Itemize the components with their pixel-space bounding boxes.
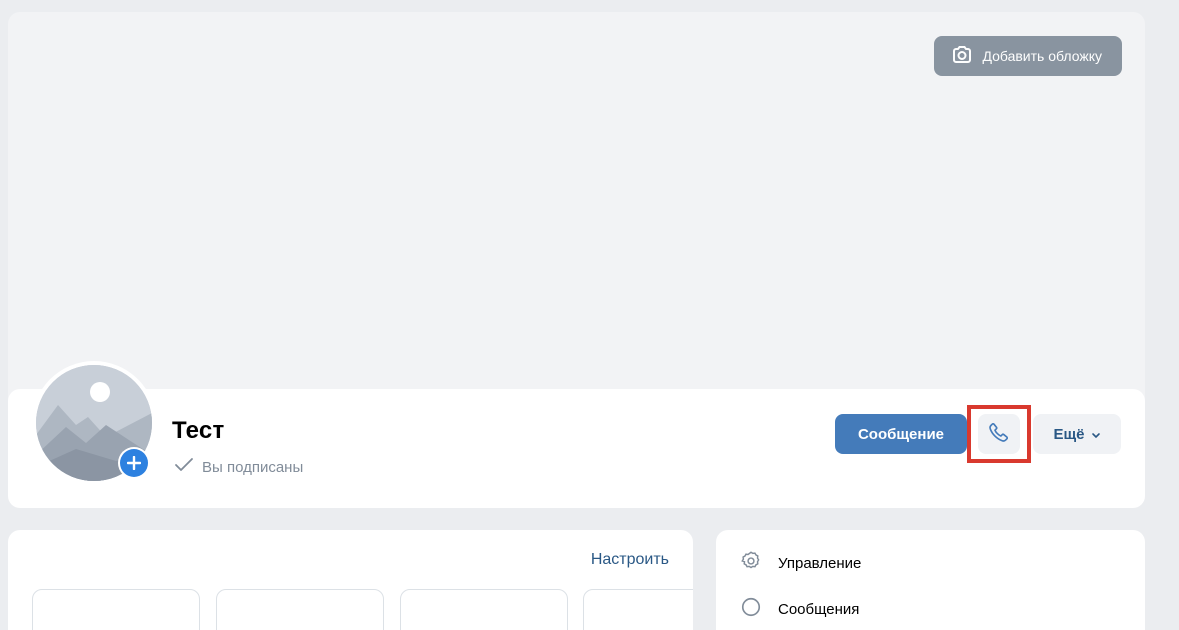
content-tile[interactable]: [400, 589, 568, 630]
configure-link[interactable]: Настроить: [591, 551, 669, 569]
subscription-status[interactable]: Вы подписаны: [174, 457, 303, 477]
content-tile[interactable]: [32, 589, 200, 630]
menu-item-management[interactable]: Управление: [740, 550, 861, 576]
content-tile[interactable]: [583, 589, 693, 630]
phone-icon: [988, 421, 1010, 448]
check-icon: [174, 457, 194, 477]
add-cover-label: Добавить обложку: [982, 48, 1102, 64]
plus-icon: [120, 449, 148, 477]
message-button[interactable]: Сообщение: [835, 414, 967, 454]
chevron-down-icon: [1091, 426, 1101, 443]
menu-item-messages[interactable]: Сообщения: [740, 596, 859, 622]
gear-icon: [740, 550, 762, 576]
menu-item-label: Сообщения: [778, 600, 860, 618]
subscription-status-label: Вы подписаны: [202, 458, 304, 476]
content-tile[interactable]: [216, 589, 384, 630]
profile-name: Тест: [172, 417, 225, 444]
add-cover-button[interactable]: Добавить обложку: [934, 36, 1122, 76]
content-block: Настроить: [8, 530, 693, 630]
camera-icon: [950, 43, 974, 70]
community-menu: Управление Сообщения: [716, 530, 1145, 630]
call-button[interactable]: [978, 414, 1020, 454]
message-circle-icon: [740, 596, 762, 622]
more-label: Ещё: [1053, 425, 1085, 443]
more-button[interactable]: Ещё: [1033, 414, 1121, 454]
menu-item-label: Управление: [778, 554, 862, 572]
avatar[interactable]: [32, 361, 156, 485]
cover-area: Добавить обложку: [8, 12, 1145, 402]
add-avatar-button[interactable]: [118, 447, 150, 479]
profile-card: Тест Вы подписаны Сообщение Ещё: [8, 361, 1145, 508]
